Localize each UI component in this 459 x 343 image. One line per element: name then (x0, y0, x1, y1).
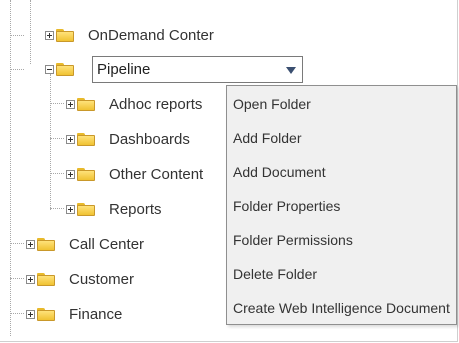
expand-icon[interactable] (66, 204, 75, 214)
tree-item-customer[interactable]: Customer (26, 268, 134, 290)
tree-connector (10, 0, 11, 336)
folder-icon (56, 28, 74, 42)
expand-icon[interactable] (26, 274, 35, 284)
expand-icon[interactable] (45, 30, 54, 40)
folder-icon (77, 202, 95, 216)
expand-icon[interactable] (66, 169, 75, 179)
tree-item-finance[interactable]: Finance (26, 303, 122, 325)
tree-connector (50, 138, 64, 139)
dropdown-arrow-icon[interactable] (286, 67, 296, 74)
tree-connector (50, 103, 64, 104)
tree-item-ondemand[interactable]: OnDemand Conter (45, 24, 214, 46)
pipeline-select[interactable]: Pipeline (92, 56, 303, 83)
menu-item-add-folder[interactable]: Add Folder (233, 130, 301, 146)
folder-icon (77, 132, 95, 146)
tree-item-label: Finance (69, 305, 123, 323)
tree-item-other-content[interactable]: Other Content (66, 163, 203, 185)
tree-item-reports[interactable]: Reports (66, 198, 162, 220)
tree-item-label: Customer (69, 270, 135, 288)
tree-item-label: Dashboards (109, 130, 190, 148)
expand-icon[interactable] (26, 309, 35, 319)
pipeline-select-value: Pipeline (97, 61, 151, 78)
tree-connector (50, 74, 51, 210)
tree-item-label: Reports (109, 200, 162, 218)
menu-item-folder-properties[interactable]: Folder Properties (233, 198, 340, 214)
tree-connector (10, 243, 24, 244)
tree-item-call-center[interactable]: Call Center (26, 233, 144, 255)
tree-item-label: Adhoc reports (109, 95, 203, 113)
menu-item-folder-permissions[interactable]: Folder Permissions (233, 232, 353, 248)
expand-icon[interactable] (66, 134, 75, 144)
folder-icon (37, 272, 55, 286)
folder-icon (77, 97, 95, 111)
tree-item-label: OnDemand Conter (88, 26, 214, 44)
tree-item-label: Call Center (69, 235, 145, 253)
tree-item-dashboards[interactable]: Dashboards (66, 128, 190, 150)
folder-icon (37, 307, 55, 321)
tree-connector (10, 278, 24, 279)
expand-icon[interactable] (26, 239, 35, 249)
collapse-icon[interactable] (45, 64, 54, 74)
tree-connector (10, 313, 24, 314)
tree-connector (10, 69, 24, 70)
folder-icon (37, 237, 55, 251)
tree-item-label: Other Content (109, 165, 204, 183)
tree-connector (50, 173, 64, 174)
menu-item-delete-folder[interactable]: Delete Folder (233, 266, 317, 282)
tree-connector (50, 208, 64, 209)
menu-item-add-document[interactable]: Add Document (233, 164, 326, 180)
tree-item-pipeline[interactable] (45, 58, 74, 80)
context-menu: Open Folder Add Folder Add Document Fold… (226, 85, 457, 325)
expand-icon[interactable] (66, 99, 75, 109)
folder-icon (56, 62, 74, 76)
tree-panel: OnDemand Conter Pipeline Adhoc reports D… (0, 0, 458, 342)
tree-connector (10, 35, 24, 36)
tree-item-adhoc-reports[interactable]: Adhoc reports (66, 93, 202, 115)
tree-connector (30, 0, 31, 64)
menu-item-open-folder[interactable]: Open Folder (233, 96, 311, 112)
folder-icon (77, 167, 95, 181)
menu-item-create-webi-document[interactable]: Create Web Intelligence Document (233, 300, 450, 316)
